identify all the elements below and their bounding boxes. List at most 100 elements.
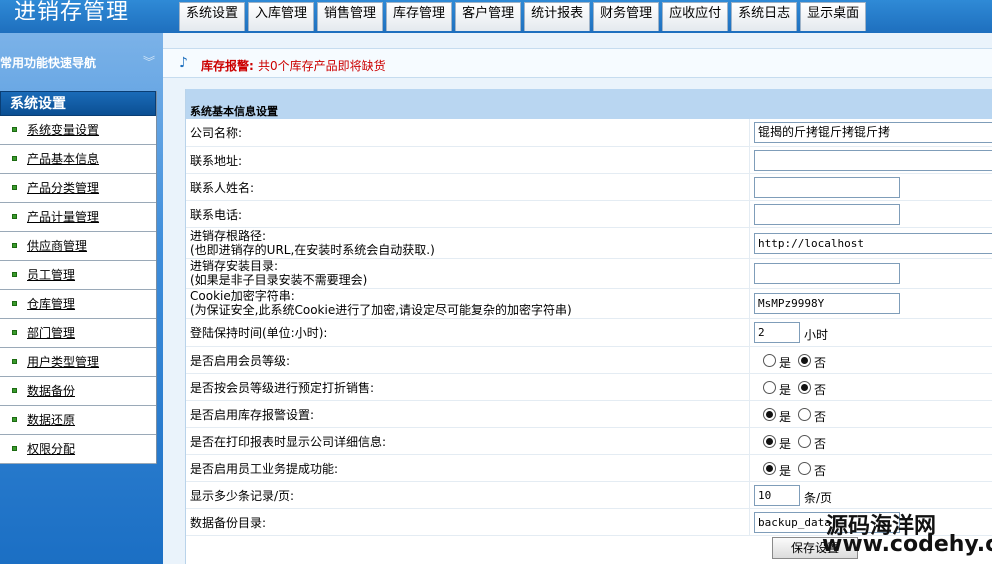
cookie-key-label: Cookie加密字符串: bbox=[190, 289, 295, 303]
sidebar-item-label: 权限分配 bbox=[27, 442, 76, 456]
sidebar-item-label: 仓库管理 bbox=[27, 297, 76, 311]
row-root-path: 进销存根路径: (也即进销存的URL,在安装时系统会自动获取.) http://… bbox=[186, 228, 992, 259]
install-dir-note: (如果是非子目录安装不需要理会) bbox=[190, 273, 368, 287]
commission-label: 是否启用员工业务提成功能: bbox=[190, 462, 339, 476]
member-discount-yes-radio[interactable] bbox=[763, 381, 776, 394]
speaker-icon: ♪ bbox=[179, 55, 188, 71]
tab-system-settings[interactable]: 系统设置 bbox=[179, 2, 246, 31]
row-page-size: 显示多少条记录/页: 10 条/页 bbox=[186, 482, 992, 509]
commission-no-radio[interactable] bbox=[798, 462, 811, 475]
tab-customers[interactable]: 客户管理 bbox=[455, 2, 522, 31]
row-cookie-key: Cookie加密字符串: (为保证安全,此系统Cookie进行了加密,请设定尽可… bbox=[186, 289, 992, 319]
row-company: 公司名称: 锟揭的斤拷锟斤拷锟斤拷 bbox=[186, 119, 992, 147]
sidebar-item-label: 产品基本信息 bbox=[27, 152, 100, 166]
tab-receivables[interactable]: 应收应付 bbox=[662, 2, 729, 31]
quick-nav-header[interactable]: 常用功能快速导航 ︾ bbox=[0, 47, 163, 75]
yes-label: 是 bbox=[779, 437, 792, 451]
value-cell bbox=[749, 174, 992, 200]
bullet-icon bbox=[12, 301, 17, 306]
stock-alert-bar: ♪ 库存报警: 共0个库存产品即将缺货 bbox=[163, 48, 992, 78]
sidebar-item[interactable]: 供应商管理 bbox=[0, 232, 156, 261]
value-cell: 是 否 bbox=[749, 347, 992, 373]
value-cell bbox=[749, 147, 992, 173]
value-cell: MsMPz9998Y bbox=[749, 289, 992, 318]
stock-alarm-no-radio[interactable] bbox=[798, 408, 811, 421]
print-company-yes-radio[interactable] bbox=[763, 435, 776, 448]
cookie-key-note: (为保证安全,此系统Cookie进行了加密,请设定尽可能复杂的加密字符串) bbox=[190, 303, 572, 317]
bullet-icon bbox=[12, 156, 17, 161]
row-contact: 联系人姓名: bbox=[186, 174, 992, 201]
sidebar-item[interactable]: 用户类型管理 bbox=[0, 348, 156, 377]
value-cell: 是 否 bbox=[749, 455, 992, 481]
page-size-unit: 条/页 bbox=[804, 491, 833, 505]
member-level-yes-radio[interactable] bbox=[763, 354, 776, 367]
sidebar-item[interactable]: 部门管理 bbox=[0, 319, 156, 348]
row-member-level: 是否启用会员等级: 是 否 bbox=[186, 347, 992, 374]
sidebar-item[interactable]: 数据备份 bbox=[0, 377, 156, 406]
tab-reports[interactable]: 统计报表 bbox=[524, 2, 591, 31]
tab-show-desktop[interactable]: 显示桌面 bbox=[800, 2, 867, 31]
install-dir-input[interactable] bbox=[754, 263, 900, 284]
sidebar-item[interactable]: 系统变量设置 bbox=[0, 116, 156, 145]
sidebar-item[interactable]: 产品分类管理 bbox=[0, 174, 156, 203]
yes-label: 是 bbox=[779, 383, 792, 397]
member-level-no-radio[interactable] bbox=[798, 354, 811, 367]
tab-sales[interactable]: 销售管理 bbox=[317, 2, 384, 31]
sidebar-item[interactable]: 员工管理 bbox=[0, 261, 156, 290]
value-cell: 是 否 bbox=[749, 401, 992, 427]
bullet-icon bbox=[12, 185, 17, 190]
value-cell: 锟揭的斤拷锟斤拷锟斤拷 bbox=[749, 119, 992, 146]
sidebar-item-label: 产品计量管理 bbox=[27, 210, 100, 224]
stock-alarm-yes-radio[interactable] bbox=[763, 408, 776, 421]
sidebar-item-label: 数据还原 bbox=[27, 413, 76, 427]
sidebar-item-label: 员工管理 bbox=[27, 268, 76, 282]
settings-panel: 系统基本信息设置 公司名称: 锟揭的斤拷锟斤拷锟斤拷 联系地址: 联系人姓名: … bbox=[185, 89, 992, 564]
page-size-input[interactable]: 10 bbox=[754, 485, 800, 506]
address-input[interactable] bbox=[754, 150, 992, 171]
no-label: 否 bbox=[814, 437, 827, 451]
root-path-note: (也即进销存的URL,在安装时系统会自动获取.) bbox=[190, 243, 435, 257]
contact-label: 联系人姓名: bbox=[190, 181, 255, 195]
no-label: 否 bbox=[814, 356, 827, 370]
row-phone: 联系电话: bbox=[186, 201, 992, 228]
row-login-hours: 登陆保持时间(单位:小时): 2 小时 bbox=[186, 319, 992, 347]
sidebar-item[interactable]: 产品基本信息 bbox=[0, 145, 156, 174]
no-label: 否 bbox=[814, 383, 827, 397]
sidebar-item[interactable]: 仓库管理 bbox=[0, 290, 156, 319]
sidebar-item[interactable]: 数据还原 bbox=[0, 406, 156, 435]
tab-inventory[interactable]: 库存管理 bbox=[386, 2, 453, 31]
phone-label: 联系电话: bbox=[190, 208, 243, 222]
login-hours-input[interactable]: 2 bbox=[754, 322, 800, 343]
stock-alarm-label: 是否启用库存报警设置: bbox=[190, 408, 315, 422]
address-label: 联系地址: bbox=[190, 154, 243, 168]
tab-finance[interactable]: 财务管理 bbox=[593, 2, 660, 31]
top-header: 进销存管理 系统设置 入库管理 销售管理 库存管理 客户管理 统计报表 财务管理… bbox=[0, 0, 992, 33]
root-path-input[interactable]: http://localhost bbox=[754, 233, 992, 254]
sidebar-item[interactable]: 权限分配 bbox=[0, 435, 156, 464]
watermark-line2: www.codehy.com bbox=[822, 532, 992, 557]
sidebar-item[interactable]: 产品计量管理 bbox=[0, 203, 156, 232]
tab-stock-in[interactable]: 入库管理 bbox=[248, 2, 315, 31]
member-level-label: 是否启用会员等级: bbox=[190, 354, 291, 368]
company-input[interactable]: 锟揭的斤拷锟斤拷锟斤拷 bbox=[754, 122, 992, 143]
install-dir-label: 进销存安装目录: bbox=[190, 259, 279, 273]
bullet-icon bbox=[12, 272, 17, 277]
phone-input[interactable] bbox=[754, 204, 900, 225]
value-cell bbox=[749, 201, 992, 227]
row-stock-alarm: 是否启用库存报警设置: 是 否 bbox=[186, 401, 992, 428]
chevron-down-icon[interactable]: ︾ bbox=[143, 53, 155, 70]
top-nav: 系统设置 入库管理 销售管理 库存管理 客户管理 统计报表 财务管理 应收应付 … bbox=[179, 2, 869, 31]
bullet-icon bbox=[12, 359, 17, 364]
row-install-dir: 进销存安装目录: (如果是非子目录安装不需要理会) bbox=[186, 259, 992, 289]
commission-yes-radio[interactable] bbox=[763, 462, 776, 475]
member-discount-no-radio[interactable] bbox=[798, 381, 811, 394]
tab-system-log[interactable]: 系统日志 bbox=[731, 2, 798, 31]
no-label: 否 bbox=[814, 464, 827, 478]
bullet-icon bbox=[12, 330, 17, 335]
row-address: 联系地址: bbox=[186, 147, 992, 174]
backup-dir-label: 数据备份目录: bbox=[190, 516, 267, 530]
value-cell: 是 否 bbox=[749, 374, 992, 400]
cookie-key-input[interactable]: MsMPz9998Y bbox=[754, 293, 900, 314]
print-company-no-radio[interactable] bbox=[798, 435, 811, 448]
contact-input[interactable] bbox=[754, 177, 900, 198]
